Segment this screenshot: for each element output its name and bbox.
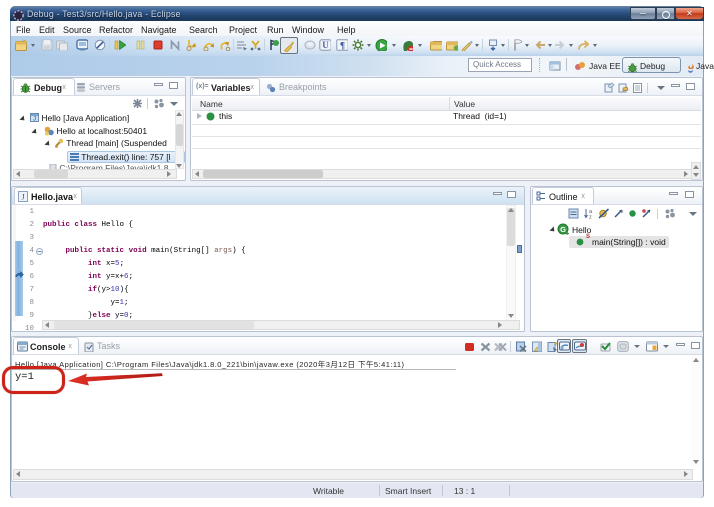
svg-text:G: G [560, 225, 566, 234]
svg-text:¶: ¶ [340, 42, 345, 52]
svg-text:z: z [589, 215, 592, 220]
svg-text:J: J [21, 193, 24, 202]
svg-text:U: U [322, 40, 329, 50]
svg-text:J: J [33, 117, 36, 123]
svg-text:s: s [621, 209, 624, 215]
